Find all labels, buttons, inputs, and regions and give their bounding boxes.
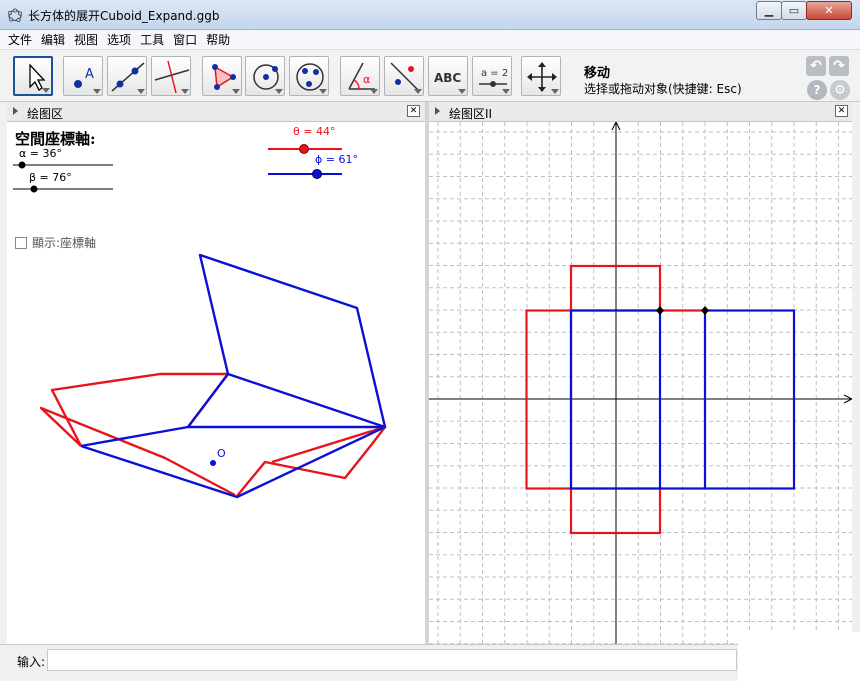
menu-tools[interactable]: 工具	[140, 31, 164, 48]
close-view-2-button[interactable]: ✕	[835, 105, 848, 117]
window-title: 长方体的展开Cuboid_Expand.ggb	[28, 9, 220, 23]
blue-lid-face	[198, 253, 387, 428]
title-bar: 长方体的展开Cuboid_Expand.ggb ▁ ▭ ✕	[0, 0, 860, 30]
red-face-edge	[39, 406, 236, 497]
alpha-slider-handle[interactable]	[18, 161, 26, 169]
phi-slider-handle[interactable]	[312, 169, 322, 179]
beta-slider-label: β = 76°	[29, 171, 72, 184]
origin-point[interactable]	[210, 460, 216, 466]
graphics-view-1-canvas: α = 36° β = 76° θ = 44° ϕ = 61° O	[13, 125, 387, 499]
blue-face-edge	[187, 372, 386, 429]
origin-label: O	[217, 447, 226, 460]
menu-edit[interactable]: 编辑	[41, 31, 65, 48]
svg-text:A: A	[85, 67, 94, 82]
move-tool-button[interactable]	[13, 56, 53, 96]
left-edge	[0, 102, 7, 644]
undo-button[interactable]: ↶	[806, 56, 826, 76]
minimize-button[interactable]: ▁	[756, 1, 782, 20]
close-button[interactable]: ✕	[806, 1, 852, 20]
svg-text:ABC: ABC	[434, 71, 461, 85]
grid-lines	[429, 122, 852, 644]
svg-text:α: α	[363, 73, 370, 86]
show-axes-checkbox-row[interactable]: 顯示:座標軸	[15, 234, 96, 251]
geogebra-app-icon	[7, 8, 23, 23]
graphics-view-1[interactable]: 空間座標軸: α = 36° β = 76° θ = 44° ϕ = 61° O…	[7, 122, 425, 644]
input-bar: 输入:	[0, 644, 860, 681]
tool-mode-help: 选择或拖动对象(快捷键: Esc)	[584, 82, 742, 96]
circle-tool-button[interactable]	[245, 56, 285, 96]
blue-faces	[80, 253, 387, 499]
help-icon: ?	[813, 83, 821, 97]
vertex-point[interactable]	[656, 306, 664, 315]
graphics-view-2[interactable]	[429, 122, 852, 644]
close-view-1-button[interactable]: ✕	[407, 105, 420, 117]
reflect-tool-button[interactable]	[384, 56, 424, 96]
svg-text:a = 2: a = 2	[481, 68, 508, 79]
slider-tool-button[interactable]: a = 2	[472, 56, 512, 96]
beta-slider-handle[interactable]	[30, 185, 38, 193]
menu-help[interactable]: 帮助	[206, 31, 230, 48]
gear-icon: ⚙	[834, 82, 846, 98]
theta-slider-label: θ = 44°	[293, 125, 335, 138]
text-tool-button[interactable]: ABC	[428, 56, 468, 96]
collapse-arrow-icon[interactable]	[13, 107, 18, 115]
polygon-tool-button[interactable]	[202, 56, 242, 96]
corner-blank	[738, 632, 860, 681]
redo-icon: ↷	[833, 58, 845, 74]
phi-slider-label: ϕ = 61°	[315, 153, 358, 166]
show-axes-label: 顯示:座標軸	[32, 236, 97, 250]
settings-button[interactable]: ⚙	[830, 80, 850, 100]
graphics-view-2-canvas	[429, 122, 852, 644]
angle-tool-button[interactable]: α	[340, 56, 380, 96]
menu-options[interactable]: 选项	[107, 31, 131, 48]
point-tool-button[interactable]: A	[63, 56, 103, 96]
move-graphics-view-tool-button[interactable]	[521, 56, 561, 96]
alpha-slider-label: α = 36°	[19, 147, 62, 160]
graphics-view-2-header[interactable]: 绘图区II ✕	[429, 102, 852, 122]
graphics-view-2-title: 绘图区II	[449, 107, 493, 121]
input-label: 输入:	[17, 655, 46, 669]
theta-slider-handle[interactable]	[299, 144, 309, 154]
tool-mode-name: 移动	[584, 66, 611, 81]
collapse-arrow-icon[interactable]	[435, 107, 440, 115]
menu-file[interactable]: 文件	[8, 31, 32, 48]
vertex-point[interactable]	[701, 306, 709, 315]
undo-icon: ↶	[810, 58, 822, 74]
menu-window[interactable]: 窗口	[173, 31, 197, 48]
graphics-view-1-header[interactable]: 绘图区 ✕	[7, 102, 425, 122]
redo-button[interactable]: ↷	[829, 56, 849, 76]
perpendicular-line-tool-button[interactable]	[151, 56, 191, 96]
line-tool-button[interactable]	[107, 56, 147, 96]
maximize-button[interactable]: ▭	[781, 1, 807, 20]
red-face-edge	[271, 425, 387, 464]
menu-bar: 文件 编辑 视图 选项 工具 窗口 帮助	[0, 30, 860, 50]
blue-base-face	[80, 425, 387, 499]
help-button[interactable]: ?	[807, 80, 827, 100]
menu-view[interactable]: 视图	[74, 31, 98, 48]
command-input[interactable]	[47, 649, 737, 671]
show-axes-checkbox[interactable]	[15, 236, 27, 249]
graphics-view-1-title: 绘图区	[27, 107, 64, 121]
conic-tool-button[interactable]	[289, 56, 329, 96]
